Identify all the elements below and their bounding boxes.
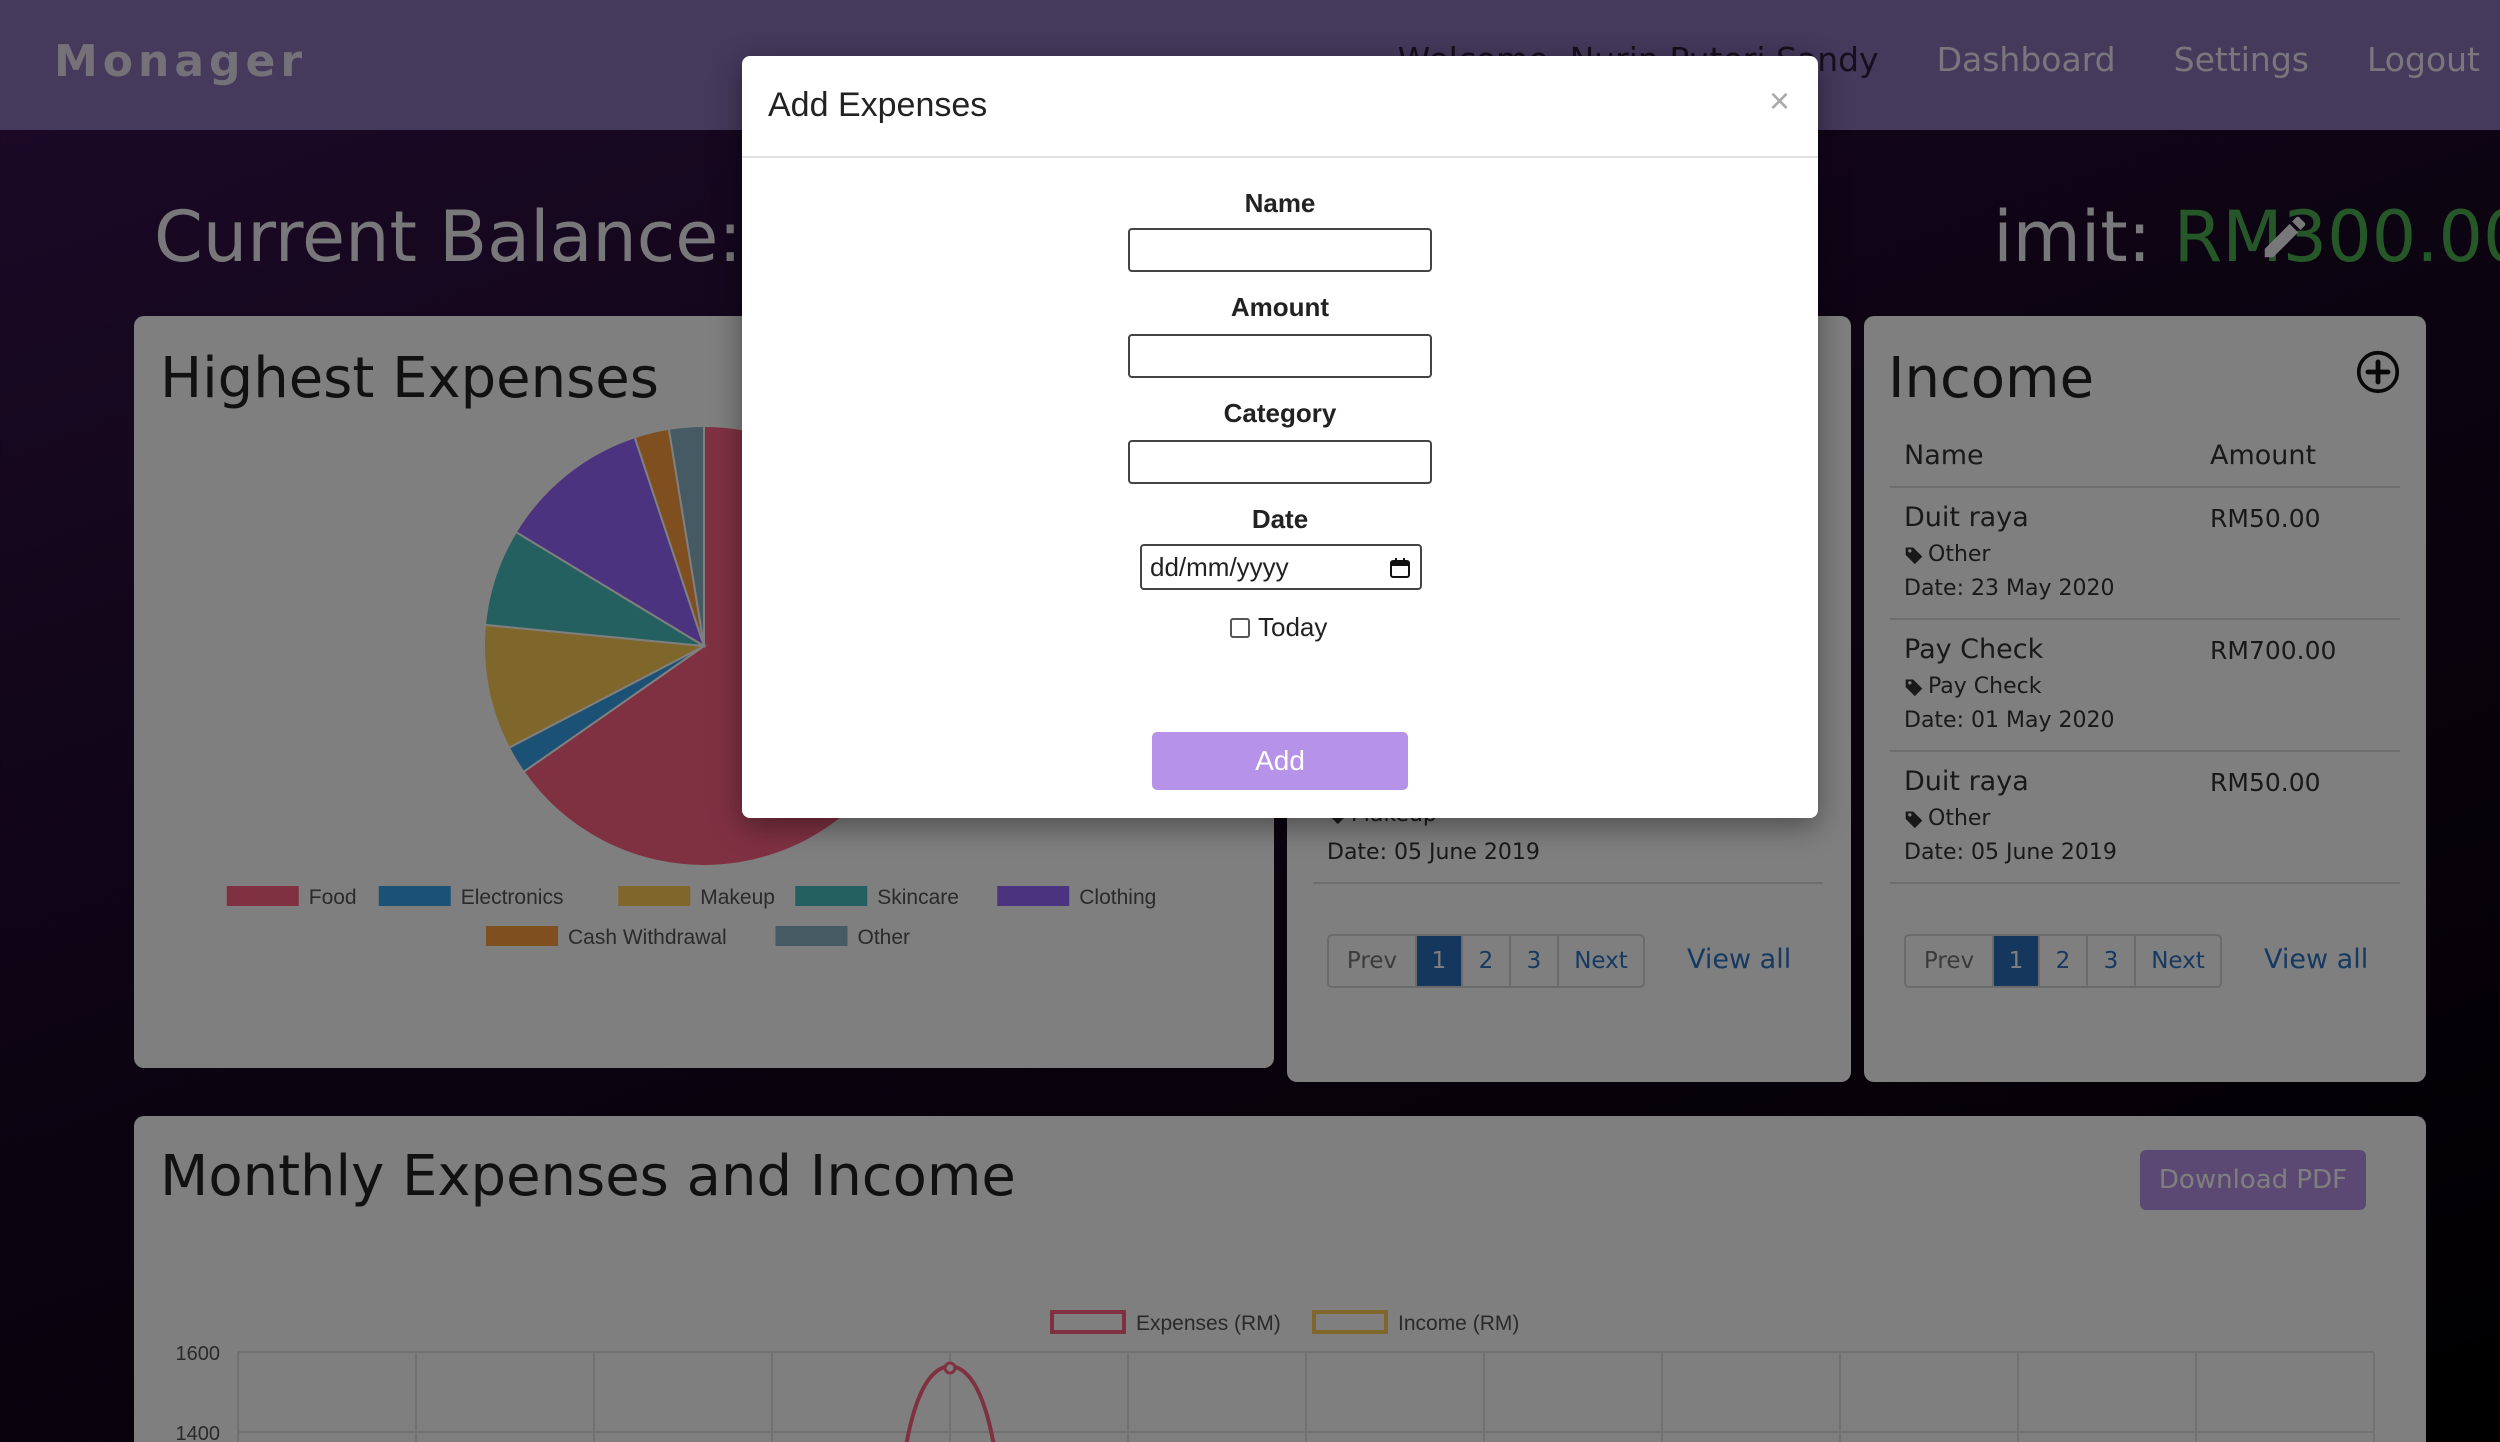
modal-title: Add Expenses (768, 86, 988, 124)
modal-divider (742, 156, 1818, 158)
date-input[interactable]: dd/mm/yyyy (1140, 544, 1422, 590)
amount-label: Amount (1230, 292, 1330, 322)
category-input[interactable] (1128, 440, 1432, 484)
add-button[interactable]: Add (1152, 732, 1408, 790)
today-checkbox[interactable] (1230, 617, 1250, 638)
calendar-icon[interactable] (1388, 556, 1412, 580)
add-expenses-modal: Add Expenses × Name Amount Category Date… (742, 56, 1818, 818)
today-option: Today (1230, 612, 1327, 643)
close-icon[interactable]: × (1769, 80, 1790, 122)
amount-input[interactable] (1128, 334, 1432, 378)
today-label: Today (1258, 612, 1328, 642)
category-label: Category (1223, 398, 1337, 428)
name-label: Name (1244, 188, 1316, 218)
name-input[interactable] (1128, 228, 1432, 272)
date-placeholder: dd/mm/yyyy (1150, 551, 1289, 582)
date-label: Date (1251, 504, 1309, 534)
